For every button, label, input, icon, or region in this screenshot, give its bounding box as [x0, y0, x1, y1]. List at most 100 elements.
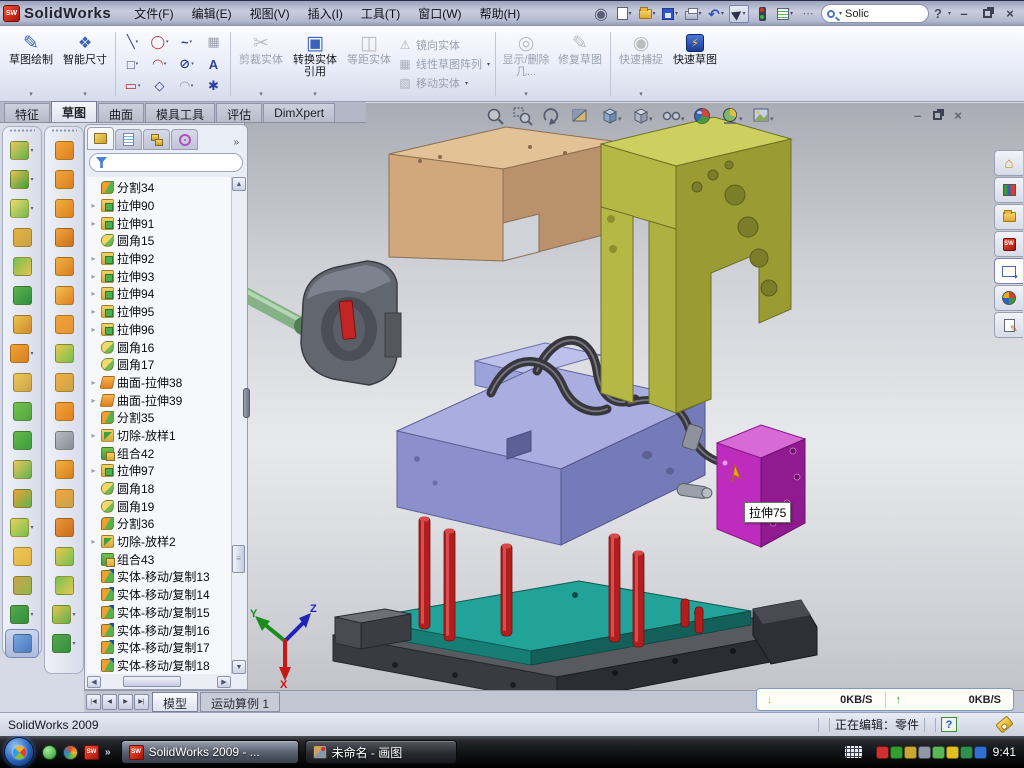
repair-sketch-button[interactable]: ✎ 修复草图: [553, 28, 607, 100]
design-library-tab[interactable]: [994, 177, 1023, 203]
doc-close-button[interactable]: ×: [954, 108, 962, 123]
feature-tree-item[interactable]: 实体-移动/复制16: [87, 621, 231, 639]
document-window-controls[interactable]: – ×: [914, 108, 962, 123]
expand-arrow-icon[interactable]: ▸: [89, 378, 98, 387]
feature-tree-item[interactable]: 圆角18: [87, 480, 231, 498]
lofted-boss-button[interactable]: [3, 252, 41, 281]
graphics-viewport[interactable]: Y Z X: [244, 103, 1024, 690]
fillet-sketch-tool[interactable]: ◠▾: [173, 75, 200, 97]
feature-tree-item[interactable]: 实体-移动/复制13: [87, 568, 231, 586]
trim-entities-button[interactable]: ✂ 剪裁实体 ▾: [234, 28, 288, 100]
line-tool[interactable]: ╲▾: [119, 31, 146, 53]
sync-green-icon[interactable]: [932, 746, 945, 759]
feature-tree-item[interactable]: 分割35: [87, 409, 231, 427]
start-button[interactable]: [4, 737, 34, 767]
menu-item-5[interactable]: 窗口(W): [409, 1, 470, 26]
shut-off-surface-button[interactable]: [45, 339, 83, 368]
offset-entities-button[interactable]: ◫ 等距实体: [342, 28, 396, 100]
custom-properties-tab[interactable]: [994, 312, 1023, 338]
scroll-down-button[interactable]: ▼: [232, 660, 246, 674]
select-button[interactable]: ▾: [729, 5, 749, 23]
prev-tab-button[interactable]: ◀: [102, 694, 117, 710]
slot-tool[interactable]: ▭▾: [119, 75, 146, 97]
feature-tree-item[interactable]: ▸ 切除-放样1: [87, 427, 231, 445]
feature-tree-item[interactable]: 分割36: [87, 515, 231, 533]
defense-plus-icon[interactable]: [960, 746, 973, 759]
dome-button[interactable]: [3, 455, 41, 484]
dimxpertmanager-tab[interactable]: [171, 129, 198, 150]
doc-minimize-button[interactable]: –: [914, 108, 921, 123]
core-button[interactable]: [45, 223, 83, 252]
overflow-button[interactable]: ⋯: [798, 5, 818, 23]
view-orientation-icon[interactable]: ▾: [604, 109, 622, 123]
expand-arrow-icon[interactable]: ▸: [89, 466, 98, 475]
fillet-button[interactable]: ▾: [3, 194, 41, 223]
tree-filter-bar[interactable]: [89, 153, 243, 172]
file-explorer-tab[interactable]: [994, 204, 1023, 230]
quick-launch-messenger-icon[interactable]: [42, 745, 57, 760]
rapid-sketch-button[interactable]: ⚡ 快速草图: [668, 28, 722, 100]
circle-tool[interactable]: ◯▾: [146, 31, 173, 53]
rib-button[interactable]: [3, 368, 41, 397]
convert-entities-button[interactable]: ▣ 转换实体引用 ▾: [288, 28, 342, 100]
scenes-tab[interactable]: [994, 285, 1023, 311]
point-tool[interactable]: ✱: [200, 75, 227, 97]
swept-boss-button[interactable]: [3, 223, 41, 252]
menu-item-6[interactable]: 帮助(H): [471, 1, 530, 26]
parting-line-button[interactable]: [45, 281, 83, 310]
sketch-button[interactable]: ✎ 草图绘制 ▾: [4, 28, 58, 100]
solidworks-resources-tab[interactable]: ⌂: [994, 150, 1023, 176]
language-bar-keyboard-icon[interactable]: [845, 746, 862, 758]
configurationmanager-tab[interactable]: [143, 129, 170, 150]
print-button[interactable]: ▾: [683, 5, 703, 23]
helix-spiral-button[interactable]: ▾: [3, 600, 41, 629]
split-line-button[interactable]: [45, 136, 83, 165]
quick-snaps-button[interactable]: ◉ 快速捕捉 ▾: [614, 28, 668, 100]
network-warning-icon[interactable]: [946, 746, 959, 759]
feature-tree-item[interactable]: ▸ 拉伸93: [87, 267, 231, 285]
ribbon-tab-草图[interactable]: 草图: [51, 101, 97, 122]
selection-box-tool[interactable]: ▦: [200, 31, 227, 53]
feature-tree-item[interactable]: ▸ 曲面-拉伸39: [87, 391, 231, 409]
feature-tree-item[interactable]: ▸ 拉伸97: [87, 462, 231, 480]
extruded-boss-button[interactable]: ▾: [3, 136, 41, 165]
first-tab-button[interactable]: |◀: [86, 694, 101, 710]
doc-tab-模型[interactable]: 模型: [152, 692, 198, 712]
antivirus-red-shield-icon[interactable]: [876, 746, 889, 759]
display-delete-relations-button[interactable]: ◎ 显示/删除几... ▾: [499, 28, 553, 100]
menu-item-0[interactable]: 文件(F): [125, 1, 182, 26]
combine-bodies-button[interactable]: ▾: [3, 513, 41, 542]
move-copy-body-button[interactable]: [3, 484, 41, 513]
parting-surface-button[interactable]: [45, 310, 83, 339]
featuremanager-tree-tab[interactable]: [87, 127, 114, 150]
previous-view-icon[interactable]: [544, 109, 557, 125]
expand-arrow-icon[interactable]: ▸: [89, 219, 98, 228]
model-magenta-block[interactable]: [717, 425, 805, 547]
zoom-fit-icon[interactable]: [489, 110, 504, 125]
cavity-button[interactable]: [45, 252, 83, 281]
spline-tool[interactable]: ~▾: [173, 31, 200, 53]
model-gray-insert[interactable]: [245, 261, 401, 385]
hide-show-items-icon[interactable]: ▾: [664, 113, 686, 124]
extruded-cut-button[interactable]: ▾: [3, 165, 41, 194]
options-button[interactable]: ▾: [775, 5, 795, 23]
feature-tree-item[interactable]: ▸ 切除-放样2: [87, 533, 231, 551]
feature-tree-item[interactable]: 圆角17: [87, 356, 231, 374]
freeform-button[interactable]: ▾: [45, 629, 83, 658]
split-body-button[interactable]: [3, 542, 41, 571]
security-green-shield-icon[interactable]: [890, 746, 903, 759]
feature-tree-item[interactable]: ▸ 拉伸96: [87, 321, 231, 339]
next-tab-button[interactable]: ▶: [118, 694, 133, 710]
feature-tree-item[interactable]: 圆角15: [87, 232, 231, 250]
expand-arrow-icon[interactable]: ▸: [89, 396, 98, 405]
search-dropdown-icon[interactable]: ▾: [839, 10, 842, 17]
ribbon-tab-曲面[interactable]: 曲面: [98, 103, 144, 122]
expand-arrow-icon[interactable]: ▸: [89, 254, 98, 263]
expand-arrow-icon[interactable]: ▸: [89, 537, 98, 546]
move-entities-button[interactable]: ▧移动实体▾: [398, 75, 490, 91]
section-view-icon[interactable]: [573, 110, 586, 121]
arc-tool[interactable]: ◠▾: [146, 53, 173, 75]
ellipse-tool[interactable]: ⊘▾: [173, 53, 200, 75]
feature-tree-item[interactable]: 实体-移动/复制14: [87, 586, 231, 604]
elbow-feature-button[interactable]: [45, 397, 83, 426]
